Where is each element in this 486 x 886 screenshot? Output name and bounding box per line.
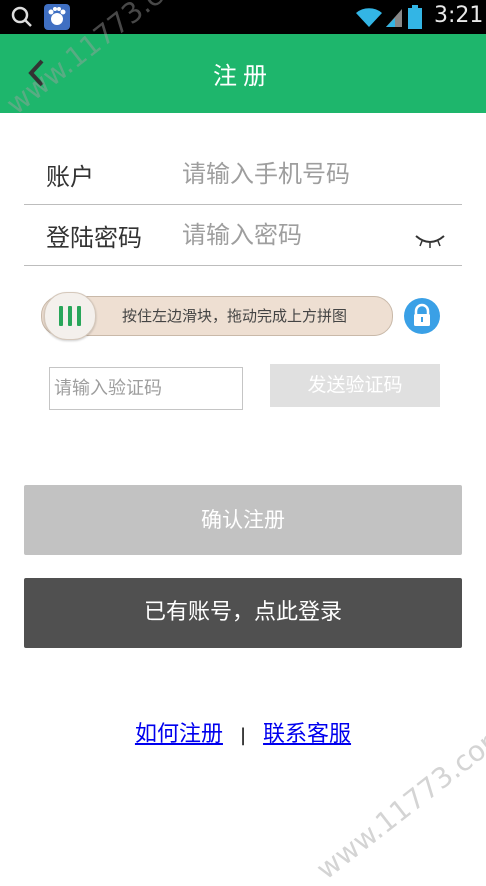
phone-input[interactable] (180, 153, 414, 195)
footer-links: 如何注册 | 联系客服 (0, 716, 486, 748)
wifi-icon (356, 8, 382, 27)
how-to-register-link[interactable]: 如何注册 (135, 722, 223, 747)
send-code-button[interactable]: 发送验证码 (270, 364, 440, 407)
login-button[interactable]: 已有账号，点此登录 (24, 578, 462, 648)
slider-handle[interactable] (44, 292, 96, 340)
handle-grip-icon (59, 306, 81, 326)
contact-support-link[interactable]: 联系客服 (263, 722, 351, 747)
slider-instruction: 按住左边滑块，拖动完成上方拼图 (122, 307, 348, 325)
battery-icon (408, 5, 422, 29)
signal-icon (386, 9, 402, 27)
status-bar: 3:21 (0, 0, 486, 34)
password-row: 登陆密码 (24, 204, 462, 266)
footer-separator: | (239, 725, 247, 746)
search-icon (11, 6, 32, 27)
clock-time: 3:21 (434, 3, 484, 28)
closed-eye-icon[interactable] (414, 232, 446, 250)
verification-code-input[interactable] (49, 367, 243, 410)
password-input[interactable] (180, 214, 414, 256)
lock-button[interactable] (404, 298, 440, 334)
account-row: 账户 (24, 143, 462, 205)
account-label: 账户 (46, 163, 94, 191)
baidu-app-icon (44, 4, 70, 30)
confirm-register-button[interactable]: 确认注册 (24, 485, 462, 555)
password-label: 登陆密码 (46, 224, 142, 252)
lock-icon (414, 303, 430, 326)
